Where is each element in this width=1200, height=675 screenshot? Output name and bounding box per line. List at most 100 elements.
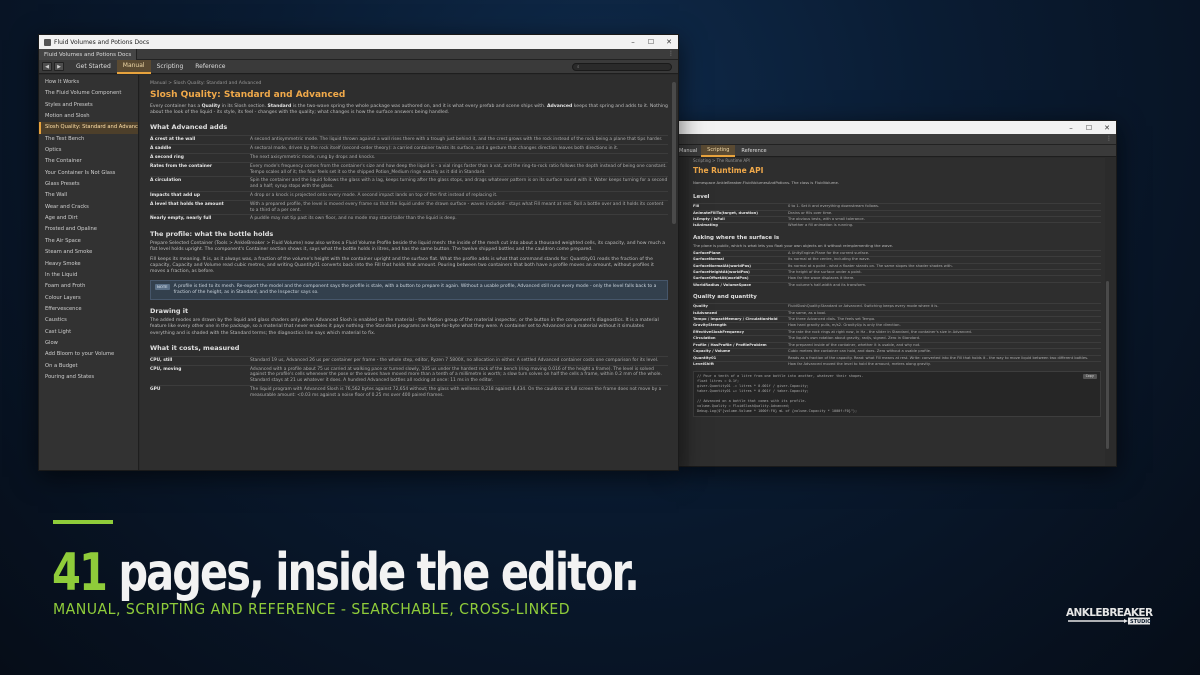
section-heading-surface: Asking where the surface is [693, 234, 780, 241]
sidebar-item[interactable]: How It Works [39, 77, 138, 88]
sidebar-item[interactable]: Styles and Presets [39, 100, 138, 111]
headline-number: 41 [52, 543, 108, 603]
table-row: IsAnimating Whether a fill animation is r… [693, 222, 1101, 228]
tab-scripting[interactable]: Scripting [151, 60, 190, 74]
manual-scrollbar[interactable] [672, 82, 676, 224]
sidebar-item[interactable]: Glass Presets [39, 179, 138, 190]
table-row: Rates from the container Every mode's fre… [150, 161, 668, 175]
main-window-controls: – ☐ ✕ [624, 35, 678, 49]
note-text: A profile is tied to its mesh. Re-export… [173, 284, 657, 296]
sidebar-item[interactable]: Wear and Cracks [39, 202, 138, 213]
sidebar-item[interactable]: Age and Dirt [39, 213, 138, 224]
sidebar-item[interactable]: Add Bloom to your Volume [39, 349, 138, 360]
table-row: GravityStrength How hard gravity pulls, m… [693, 322, 1101, 328]
maximize-icon[interactable]: ☐ [1080, 121, 1098, 134]
api-tab-manual[interactable]: Manual [677, 145, 701, 157]
unity-icon [44, 38, 51, 46]
sidebar-item[interactable]: Colour Layers [39, 293, 138, 304]
sidebar-item[interactable]: The Fluid Volume Component [39, 88, 138, 99]
table-row: CPU, still Standard 19 us, Advanced 26 us… [150, 355, 668, 365]
logo-graphic: ANKLEBREAKER STUDIO [1066, 607, 1154, 625]
search-input[interactable]: ⌕ [572, 63, 672, 71]
sidebar-item[interactable]: Glow [39, 338, 138, 349]
surface-intro: The plane is public, which is what lets … [693, 242, 893, 248]
sidebar-item[interactable]: Caustics [39, 315, 138, 326]
sidebar-item[interactable]: Foam and Froth [39, 281, 138, 292]
page-title: The Runtime API [693, 166, 764, 175]
profile-paragraph-2: Fill keeps its meaning. It is, as it alw… [150, 256, 654, 274]
surface-table: SurfacePlane A UnityEngine.Plane for the … [693, 249, 1101, 288]
api-tab-reference[interactable]: Reference [735, 145, 772, 157]
api-toolbar: Manual Scripting Reference [677, 144, 1116, 157]
breadcrumb: Scripting > The Runtime API [693, 158, 750, 163]
section-heading-cost: What it costs, measured [150, 343, 240, 352]
subheadline: MANUAL, SCRIPTING AND REFERENCE - SEARCH… [53, 600, 571, 618]
forward-button[interactable]: ▶ [54, 62, 64, 71]
api-scrollbar[interactable] [1106, 281, 1109, 449]
close-icon[interactable]: ✕ [660, 35, 678, 49]
table-row: Quality FluidSloshQuality.Standard or Adv… [693, 303, 1101, 309]
table-row: SurfaceNormalAt(worldPos) Its normal at a… [693, 262, 1101, 269]
sidebar-item[interactable]: The Wall [39, 190, 138, 201]
sidebar-item[interactable]: Motion and Slosh [39, 111, 138, 122]
table-row: AnimateFillTo(target, duration) Drains or… [693, 209, 1101, 216]
namespace-line: Namespace AnkleBreaker.FluidVolumesAndPo… [693, 180, 840, 185]
back-button[interactable]: ◀ [42, 62, 52, 71]
section-heading-profile: The profile: what the bottle holds [150, 230, 274, 239]
cost-table: CPU, still Standard 19 us, Advanced 26 us… [150, 355, 668, 400]
quality-table: Quality FluidSloshQuality.Standard or Adv… [693, 303, 1101, 367]
table-row: CPU, moving Advanced with a profile about… [150, 364, 668, 385]
sidebar-item[interactable]: Steam and Smoke [39, 247, 138, 258]
sidebar-item-selected[interactable]: Slosh Quality: Standard and Advanced [39, 122, 138, 134]
section-heading-quality: Quality and quantity [693, 294, 757, 301]
sidebar-item[interactable]: Effervescence [39, 304, 138, 315]
sidebar-item[interactable]: The Container [39, 156, 138, 167]
sidebar-item[interactable]: In the Liquid [39, 270, 138, 281]
sidebar-item[interactable]: Frosted and Opaline [39, 224, 138, 235]
maximize-icon[interactable]: ☐ [642, 35, 660, 49]
sidebar-item[interactable]: The Air Space [39, 236, 138, 247]
more-options-icon[interactable]: ⋮ [668, 50, 674, 57]
table-row: Fill 0 to 1. Set it and everything downst… [693, 203, 1101, 209]
table-row: WorldRadius / VolumeSpace The volume's ha… [693, 281, 1101, 288]
note-callout: NOTE A profile is tied to its mesh. Re-e… [150, 280, 668, 301]
api-window-controls: – ☐ ✕ [1062, 121, 1116, 134]
copy-button[interactable]: Copy [1082, 374, 1097, 380]
section-heading-drawing: Drawing it [150, 307, 189, 316]
dock-tab[interactable]: Fluid Volumes and Potions Docs [39, 48, 138, 60]
table-row: Impacts that add up A drop or a knock is … [150, 190, 668, 200]
table-row: A circulation Spin the container and the … [150, 176, 668, 190]
api-window-titlebar[interactable]: – ☐ ✕ [677, 121, 1116, 134]
search-icon: ⌕ [577, 65, 580, 70]
main-window-titlebar[interactable]: Fluid Volumes and Potions Docs – ☐ ✕ [39, 35, 678, 49]
sidebar-item[interactable]: Optics [39, 145, 138, 156]
tab-manual[interactable]: Manual [116, 59, 151, 74]
sidebar-item[interactable]: Cast Light [39, 327, 138, 338]
code-line: Debug.Log($"{volume.Volume * 1000f:F0} m… [697, 408, 858, 413]
sidebar-item[interactable]: On a Budget [39, 361, 138, 372]
manual-content: Manual > Slosh Quality: Standard and Adv… [140, 75, 678, 470]
sidebar-item[interactable]: Pouring and States [39, 372, 138, 383]
section-heading-level: Level [693, 194, 710, 201]
tab-reference[interactable]: Reference [189, 60, 231, 74]
table-row: SurfacePlane A UnityEngine.Plane for the … [693, 249, 1101, 256]
table-row: Circulation The liquid's own rotation abo… [693, 335, 1101, 341]
page-title: Slosh Quality: Standard and Advanced [150, 90, 346, 100]
sidebar-item[interactable]: Heavy Smoke [39, 259, 138, 270]
table-row: Tempo / ImpactMemory / CirculationHold Th… [693, 316, 1101, 322]
table-row: GPU The liquid program with Advanced Slos… [150, 384, 668, 400]
close-icon[interactable]: ✕ [1098, 121, 1116, 134]
minimize-icon[interactable]: – [1062, 121, 1080, 134]
tab-get-started[interactable]: Get Started [70, 60, 117, 74]
minimize-icon[interactable]: – [624, 35, 642, 49]
table-row: EffectiveSloshFrequency The rate the rock… [693, 328, 1101, 335]
sidebar-item[interactable]: Your Container Is Not Glass [39, 168, 138, 179]
table-row: Capacity / Volume Cubic metres the contai… [693, 348, 1101, 354]
api-tab-scripting[interactable]: Scripting [701, 144, 736, 157]
more-options-icon[interactable]: ⋮ [1106, 135, 1112, 142]
sidebar-item[interactable]: The Test Bench [39, 134, 138, 145]
intro-paragraph: Every container has a Quality in its Slo… [150, 104, 668, 116]
table-row: IsAdvanced The same, as a bool. [693, 309, 1101, 316]
dock-tab-strip: Fluid Volumes and Potions Docs ⋮ [39, 48, 678, 60]
api-dock-strip: ⋮ [677, 134, 1116, 145]
